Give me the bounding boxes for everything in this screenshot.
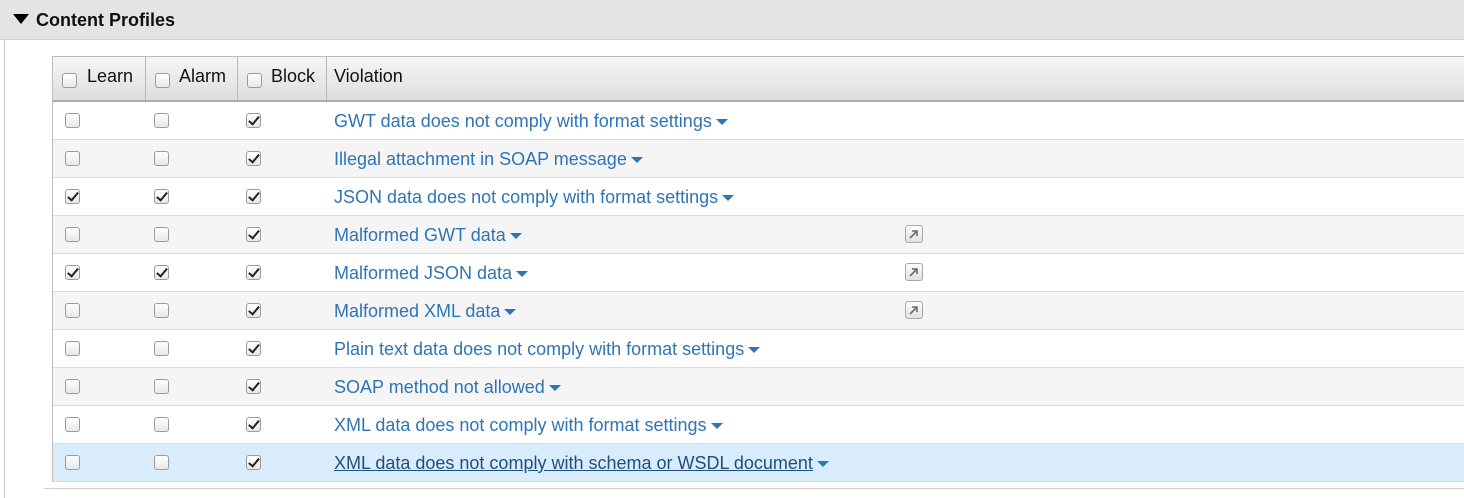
violation-label: Illegal attachment in SOAP message bbox=[334, 149, 627, 169]
violation-link[interactable]: SOAP method not allowed bbox=[334, 377, 561, 398]
block-checkbox[interactable] bbox=[246, 227, 261, 242]
learn-checkbox[interactable] bbox=[65, 227, 80, 242]
violations-table: Learn Alarm Block Violation GWT data doe… bbox=[52, 56, 1464, 482]
violation-link[interactable]: Malformed JSON data bbox=[334, 263, 529, 284]
block-checkbox[interactable] bbox=[246, 265, 261, 280]
block-all-checkbox[interactable] bbox=[247, 73, 262, 88]
column-header-alarm: Alarm bbox=[146, 57, 238, 100]
column-label-block: Block bbox=[271, 66, 316, 86]
alarm-checkbox[interactable] bbox=[154, 417, 169, 432]
alarm-all-checkbox[interactable] bbox=[155, 73, 170, 88]
open-external-icon[interactable] bbox=[905, 263, 923, 281]
dropdown-arrow-icon[interactable] bbox=[509, 233, 522, 240]
block-checkbox[interactable] bbox=[246, 113, 261, 128]
alarm-checkbox[interactable] bbox=[154, 189, 169, 204]
open-external-icon[interactable] bbox=[905, 225, 923, 243]
violation-link[interactable]: Malformed XML data bbox=[334, 301, 517, 322]
column-label-violation: Violation bbox=[334, 66, 403, 86]
dropdown-arrow-icon[interactable] bbox=[722, 195, 735, 202]
dropdown-arrow-icon[interactable] bbox=[548, 385, 561, 392]
violation-label: GWT data does not comply with format set… bbox=[334, 111, 712, 131]
column-label-learn: Learn bbox=[87, 66, 134, 86]
dropdown-arrow-icon[interactable] bbox=[748, 347, 761, 354]
violation-link[interactable]: Plain text data does not comply with for… bbox=[334, 339, 761, 360]
violation-link[interactable]: Malformed GWT data bbox=[334, 225, 522, 246]
table-row[interactable]: JSON data does not comply with format se… bbox=[53, 178, 1464, 216]
violation-label: Malformed XML data bbox=[334, 301, 501, 321]
dropdown-arrow-icon[interactable] bbox=[504, 309, 517, 316]
table-row[interactable]: Malformed JSON data bbox=[53, 254, 1464, 292]
table-row[interactable]: Malformed GWT data bbox=[53, 216, 1464, 254]
violation-label: SOAP method not allowed bbox=[334, 377, 545, 397]
left-divider bbox=[4, 40, 5, 498]
violation-link[interactable]: JSON data does not comply with format se… bbox=[334, 187, 735, 208]
learn-all-checkbox[interactable] bbox=[62, 73, 77, 88]
open-external-icon[interactable] bbox=[905, 301, 923, 319]
learn-checkbox[interactable] bbox=[65, 379, 80, 394]
violation-label: XML data does not comply with schema or … bbox=[334, 453, 813, 473]
violation-link[interactable]: XML data does not comply with format set… bbox=[334, 415, 723, 436]
violation-label: Plain text data does not comply with for… bbox=[334, 339, 745, 359]
violation-label: Malformed JSON data bbox=[334, 263, 513, 283]
table-row[interactable]: Malformed XML data bbox=[53, 292, 1464, 330]
block-checkbox[interactable] bbox=[246, 341, 261, 356]
table-row[interactable]: XML data does not comply with format set… bbox=[53, 406, 1464, 444]
alarm-checkbox[interactable] bbox=[154, 379, 169, 394]
block-checkbox[interactable] bbox=[246, 303, 261, 318]
section-header: Content Profiles bbox=[0, 0, 1464, 40]
column-header-violation: Violation bbox=[327, 57, 1464, 100]
dropdown-arrow-icon[interactable] bbox=[816, 461, 829, 468]
violation-label: JSON data does not comply with format se… bbox=[334, 187, 719, 207]
alarm-checkbox[interactable] bbox=[154, 455, 169, 470]
bottom-divider bbox=[44, 488, 1464, 489]
learn-checkbox[interactable] bbox=[65, 113, 80, 128]
alarm-checkbox[interactable] bbox=[154, 227, 169, 242]
block-checkbox[interactable] bbox=[246, 189, 261, 204]
dropdown-arrow-icon[interactable] bbox=[710, 423, 723, 430]
violation-label: Malformed GWT data bbox=[334, 225, 506, 245]
learn-checkbox[interactable] bbox=[65, 417, 80, 432]
block-checkbox[interactable] bbox=[246, 455, 261, 470]
learn-checkbox[interactable] bbox=[65, 303, 80, 318]
violation-link[interactable]: GWT data does not comply with format set… bbox=[334, 111, 728, 132]
alarm-checkbox[interactable] bbox=[154, 303, 169, 318]
table-header: Learn Alarm Block Violation bbox=[53, 57, 1464, 102]
dropdown-arrow-icon[interactable] bbox=[630, 157, 643, 164]
table-body: GWT data does not comply with format set… bbox=[53, 102, 1464, 482]
violation-link[interactable]: XML data does not comply with schema or … bbox=[334, 453, 829, 474]
alarm-checkbox[interactable] bbox=[154, 341, 169, 356]
column-header-learn: Learn bbox=[53, 57, 146, 100]
dropdown-arrow-icon[interactable] bbox=[516, 271, 529, 278]
violation-link[interactable]: Illegal attachment in SOAP message bbox=[334, 149, 643, 170]
block-checkbox[interactable] bbox=[246, 417, 261, 432]
learn-checkbox[interactable] bbox=[65, 455, 80, 470]
learn-checkbox[interactable] bbox=[65, 341, 80, 356]
column-header-block: Block bbox=[238, 57, 327, 100]
learn-checkbox[interactable] bbox=[65, 265, 80, 280]
learn-checkbox[interactable] bbox=[65, 189, 80, 204]
block-checkbox[interactable] bbox=[246, 151, 261, 166]
alarm-checkbox[interactable] bbox=[154, 113, 169, 128]
dropdown-arrow-icon[interactable] bbox=[715, 119, 728, 126]
triangle-down-icon[interactable] bbox=[13, 14, 29, 24]
section-title: Content Profiles bbox=[36, 10, 176, 30]
table-row[interactable]: XML data does not comply with schema or … bbox=[53, 444, 1464, 482]
table-row[interactable]: SOAP method not allowed bbox=[53, 368, 1464, 406]
alarm-checkbox[interactable] bbox=[154, 265, 169, 280]
table-row[interactable]: Plain text data does not comply with for… bbox=[53, 330, 1464, 368]
learn-checkbox[interactable] bbox=[65, 151, 80, 166]
alarm-checkbox[interactable] bbox=[154, 151, 169, 166]
violation-label: XML data does not comply with format set… bbox=[334, 415, 707, 435]
column-label-alarm: Alarm bbox=[179, 66, 227, 86]
block-checkbox[interactable] bbox=[246, 379, 261, 394]
table-row[interactable]: Illegal attachment in SOAP message bbox=[53, 140, 1464, 178]
table-row[interactable]: GWT data does not comply with format set… bbox=[53, 102, 1464, 140]
